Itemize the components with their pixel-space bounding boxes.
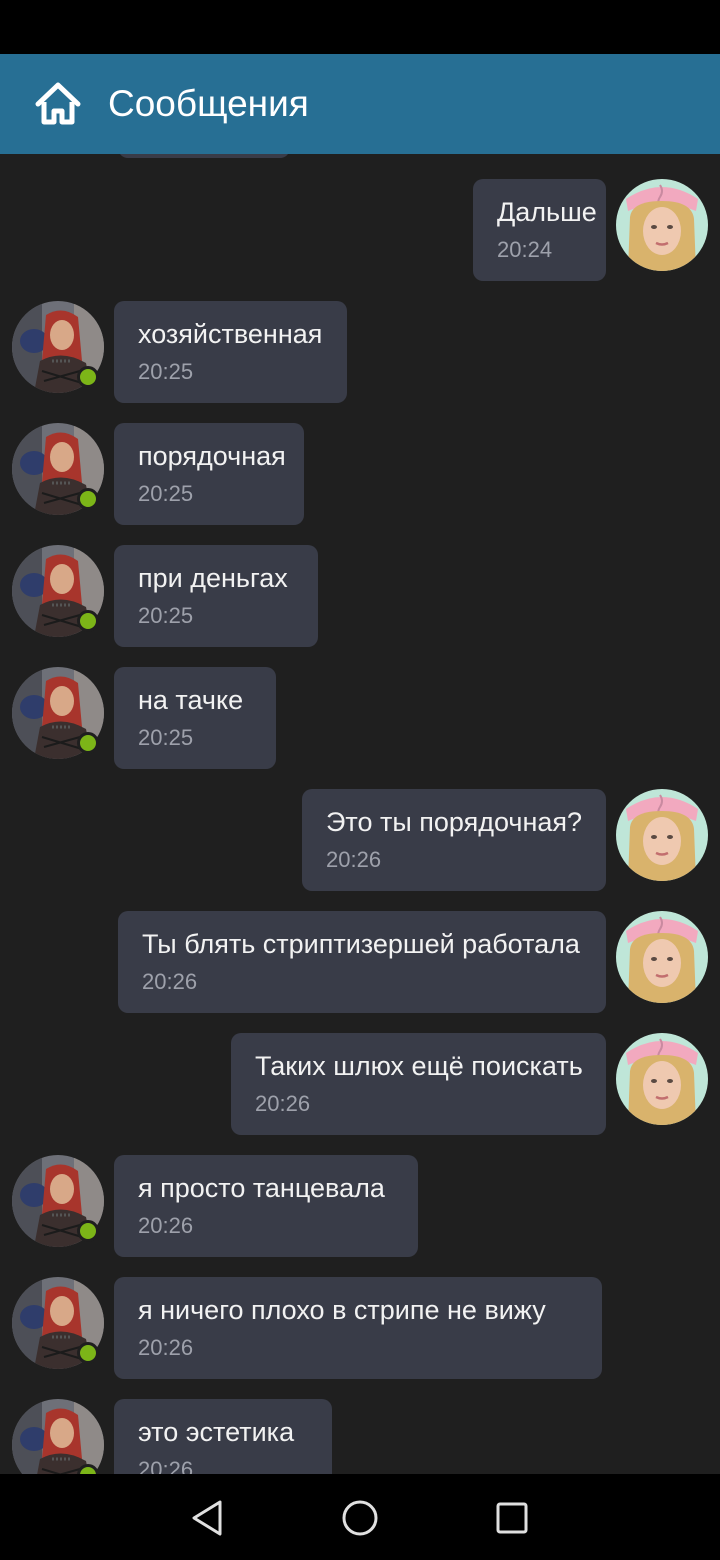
message-row: при деньгах 20:25 [0, 545, 720, 647]
message-row: Ты блять стриптизершей работала 20:26 [0, 911, 720, 1013]
message-row: это эстетика 20:26 [0, 1399, 720, 1474]
message-row: порядочная 20:25 [0, 423, 720, 525]
message-bubble[interactable]: Ты блять стриптизершей работала 20:26 [118, 911, 606, 1013]
message-text: хозяйственная [138, 319, 323, 349]
message-bubble[interactable]: Дальше 20:24 [473, 179, 606, 281]
online-status-icon [77, 366, 99, 388]
online-status-icon [77, 732, 99, 754]
message-time: 20:25 [138, 725, 194, 750]
message-bubble[interactable]: порядочная 20:25 [114, 423, 304, 525]
message-time: 20:24 [497, 237, 553, 262]
message-row: Дальше 20:24 [0, 179, 720, 281]
my-avatar[interactable] [616, 789, 708, 881]
system-nav-bar [0, 1474, 720, 1560]
page-title: Сообщения [108, 83, 309, 124]
app-bar: Сообщения [0, 54, 720, 154]
message-time: 20:26 [255, 1091, 311, 1116]
online-status-icon [77, 1220, 99, 1242]
message-time: 20:25 [138, 481, 194, 506]
message-text: я ничего плохо в стрипе не вижу [138, 1295, 546, 1325]
message-time: 20:25 [138, 603, 194, 628]
contact-avatar[interactable] [12, 1399, 104, 1474]
message-text: Дальше [497, 197, 597, 227]
message-row: хозяйственная 20:25 [0, 301, 720, 403]
message-row: Это ты порядочная? 20:26 [0, 789, 720, 891]
recents-square-icon[interactable] [490, 1496, 534, 1540]
message-time: 20:26 [138, 1335, 194, 1360]
message-text: Это ты порядочная? [326, 807, 583, 837]
message-text: на тачке [138, 685, 244, 715]
my-avatar[interactable] [616, 179, 708, 271]
home-circle-icon[interactable] [338, 1496, 382, 1540]
message-row: на тачке 20:25 [0, 667, 720, 769]
message-text: я просто танцевала [138, 1173, 385, 1203]
message-time: 20:26 [138, 1457, 194, 1474]
online-status-icon [77, 610, 99, 632]
status-bar [0, 0, 720, 54]
message-bubble[interactable]: это эстетика 20:26 [114, 1399, 332, 1474]
my-avatar[interactable] [616, 1033, 708, 1125]
message-row: я ничего плохо в стрипе не вижу 20:26 [0, 1277, 720, 1379]
message-bubble[interactable]: я просто танцевала 20:26 [114, 1155, 418, 1257]
message-time: 20:26 [138, 1213, 194, 1238]
message-bubble[interactable]: при деньгах 20:25 [114, 545, 318, 647]
back-triangle-icon[interactable] [186, 1496, 230, 1540]
message-bubble[interactable]: Таких шлюх ещё поискать 20:26 [231, 1033, 606, 1135]
message-bubble[interactable]: хозяйственная 20:25 [114, 301, 347, 403]
message-bubble[interactable]: я ничего плохо в стрипе не вижу 20:26 [114, 1277, 602, 1379]
message-bubble[interactable]: Это ты порядочная? 20:26 [302, 789, 606, 891]
my-avatar[interactable] [616, 911, 708, 1003]
home-icon[interactable] [34, 80, 82, 126]
message-text: при деньгах [138, 563, 288, 593]
message-list[interactable]: Дальше 20:24 хозяйственная 20:25 порядочная 2… [0, 154, 720, 1474]
message-text: порядочная [138, 441, 286, 471]
online-status-icon [77, 488, 99, 510]
message-text: это эстетика [138, 1417, 295, 1447]
message-row: я просто танцевала 20:26 [0, 1155, 720, 1257]
message-time: 20:25 [138, 359, 194, 384]
message-row: Таких шлюх ещё поискать 20:26 [0, 1033, 720, 1135]
message-time: 20:26 [326, 847, 382, 872]
message-text: Таких шлюх ещё поискать [255, 1051, 583, 1081]
online-status-icon [77, 1342, 99, 1364]
message-time: 20:26 [142, 969, 198, 994]
message-bubble[interactable]: на тачке 20:25 [114, 667, 276, 769]
partial-message-bubble [118, 154, 290, 158]
message-text: Ты блять стриптизершей работала [142, 929, 580, 959]
